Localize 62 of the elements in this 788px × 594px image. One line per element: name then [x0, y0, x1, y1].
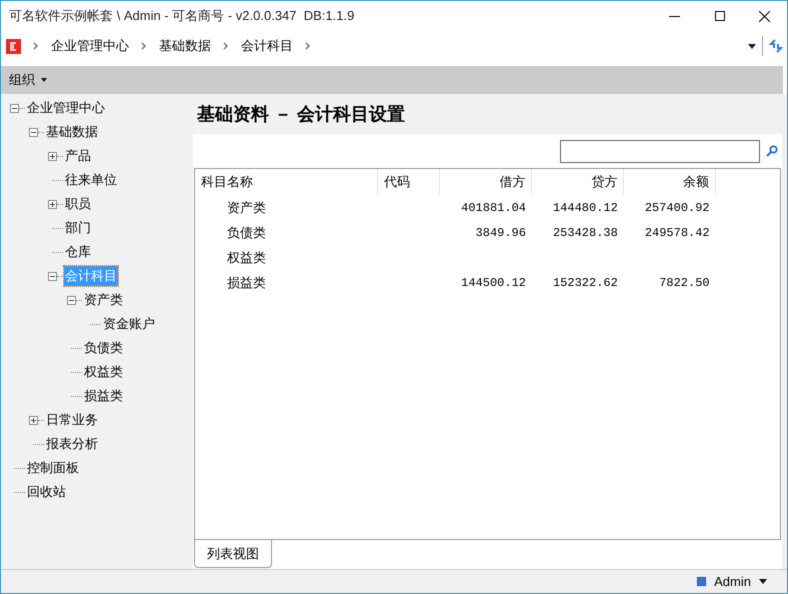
caret-icon — [41, 78, 47, 82]
chevron-icon — [305, 42, 311, 50]
page-title: 基础资料 － 会计科目设置 — [196, 102, 406, 126]
tree-item[interactable]: 仓库 — [64, 242, 92, 262]
close-icon — [759, 10, 770, 22]
table-cell: 负债类 — [227, 224, 266, 240]
collapse-toggle-icon[interactable] — [67, 296, 76, 304]
app-logo-icon — [6, 38, 21, 54]
table-cell: 权益类 — [227, 250, 266, 265]
table-cell: 资产类 — [227, 200, 266, 215]
table-cell: 144500.12 — [461, 276, 526, 290]
tree-item[interactable]: 产品 — [64, 146, 92, 166]
column-header[interactable]: 代码 — [378, 169, 440, 195]
column-header[interactable]: 贷方 — [532, 169, 624, 195]
collapse-toggle-icon[interactable] — [10, 104, 19, 112]
table-cell: 损益类 — [227, 274, 266, 290]
breadcrumb-link[interactable]: 基础数据 — [159, 36, 211, 56]
breadcrumb-link[interactable]: 企业管理中心 — [51, 36, 129, 56]
tree-item[interactable]: 部门 — [64, 218, 92, 238]
table-cell: 3849.96 — [476, 226, 526, 240]
table-cell: 257400.92 — [644, 200, 710, 214]
expand-toggle-icon[interactable] — [29, 416, 38, 424]
expand-toggle-icon[interactable] — [48, 200, 57, 208]
search-icon[interactable] — [766, 145, 778, 157]
tree-item[interactable]: 损益类 — [83, 386, 124, 406]
tree-item[interactable]: 回收站 — [26, 482, 67, 502]
tree-item[interactable]: 权益类 — [83, 362, 124, 382]
refresh-arrows-icon[interactable] — [769, 39, 783, 53]
column-header[interactable]: 科目名称 — [195, 169, 378, 195]
table-cell: 144480.12 — [552, 200, 618, 214]
table-cell: 401881.04 — [461, 200, 526, 214]
expand-toggle-icon[interactable] — [48, 152, 57, 160]
tree-item[interactable]: 报表分析 — [45, 434, 99, 454]
table-cell: 152322.62 — [552, 276, 618, 290]
tree-item[interactable]: 企业管理中心 — [26, 98, 106, 118]
tree-item[interactable]: 资金账户 — [102, 314, 156, 334]
tree-item[interactable]: 控制面板 — [26, 458, 80, 478]
tree-item[interactable]: 职员 — [64, 194, 92, 214]
tree-item[interactable]: 往来单位 — [64, 170, 118, 190]
table-cell: 249578.42 — [644, 226, 710, 240]
user-name: Admin — [714, 572, 751, 591]
dropdown-arrow-icon[interactable] — [759, 579, 767, 584]
chevron-icon — [141, 42, 147, 50]
dropdown-arrow-icon[interactable] — [748, 44, 756, 48]
maximize-icon — [714, 11, 724, 21]
column-header[interactable]: 余额 — [624, 169, 716, 195]
view-tab[interactable]: 列表视图 — [194, 540, 272, 568]
collapse-toggle-icon[interactable] — [29, 128, 38, 136]
column-header[interactable]: 借方 — [439, 169, 532, 195]
table-cell: 253428.38 — [552, 226, 618, 240]
tree-item[interactable]: 日常业务 — [45, 410, 99, 430]
tree-item[interactable]: 资产类 — [83, 290, 124, 310]
search-field[interactable] — [560, 140, 760, 162]
chevron-icon — [33, 42, 39, 50]
window-title: 可名软件示例帐套 \ Admin - 可名商号 - v2.0.0.347 DB:1.1.9 — [9, 7, 356, 26]
collapse-toggle-icon[interactable] — [48, 272, 57, 280]
tree-item[interactable]: 基础数据 — [45, 122, 99, 142]
breadcrumb-link[interactable]: 会计科目 — [241, 36, 293, 56]
table-cell: 7822.50 — [659, 276, 710, 290]
chevron-icon — [223, 42, 229, 50]
organize-menu-button[interactable]: 组织 — [9, 70, 47, 90]
tree-item[interactable]: 负债类 — [83, 338, 124, 358]
